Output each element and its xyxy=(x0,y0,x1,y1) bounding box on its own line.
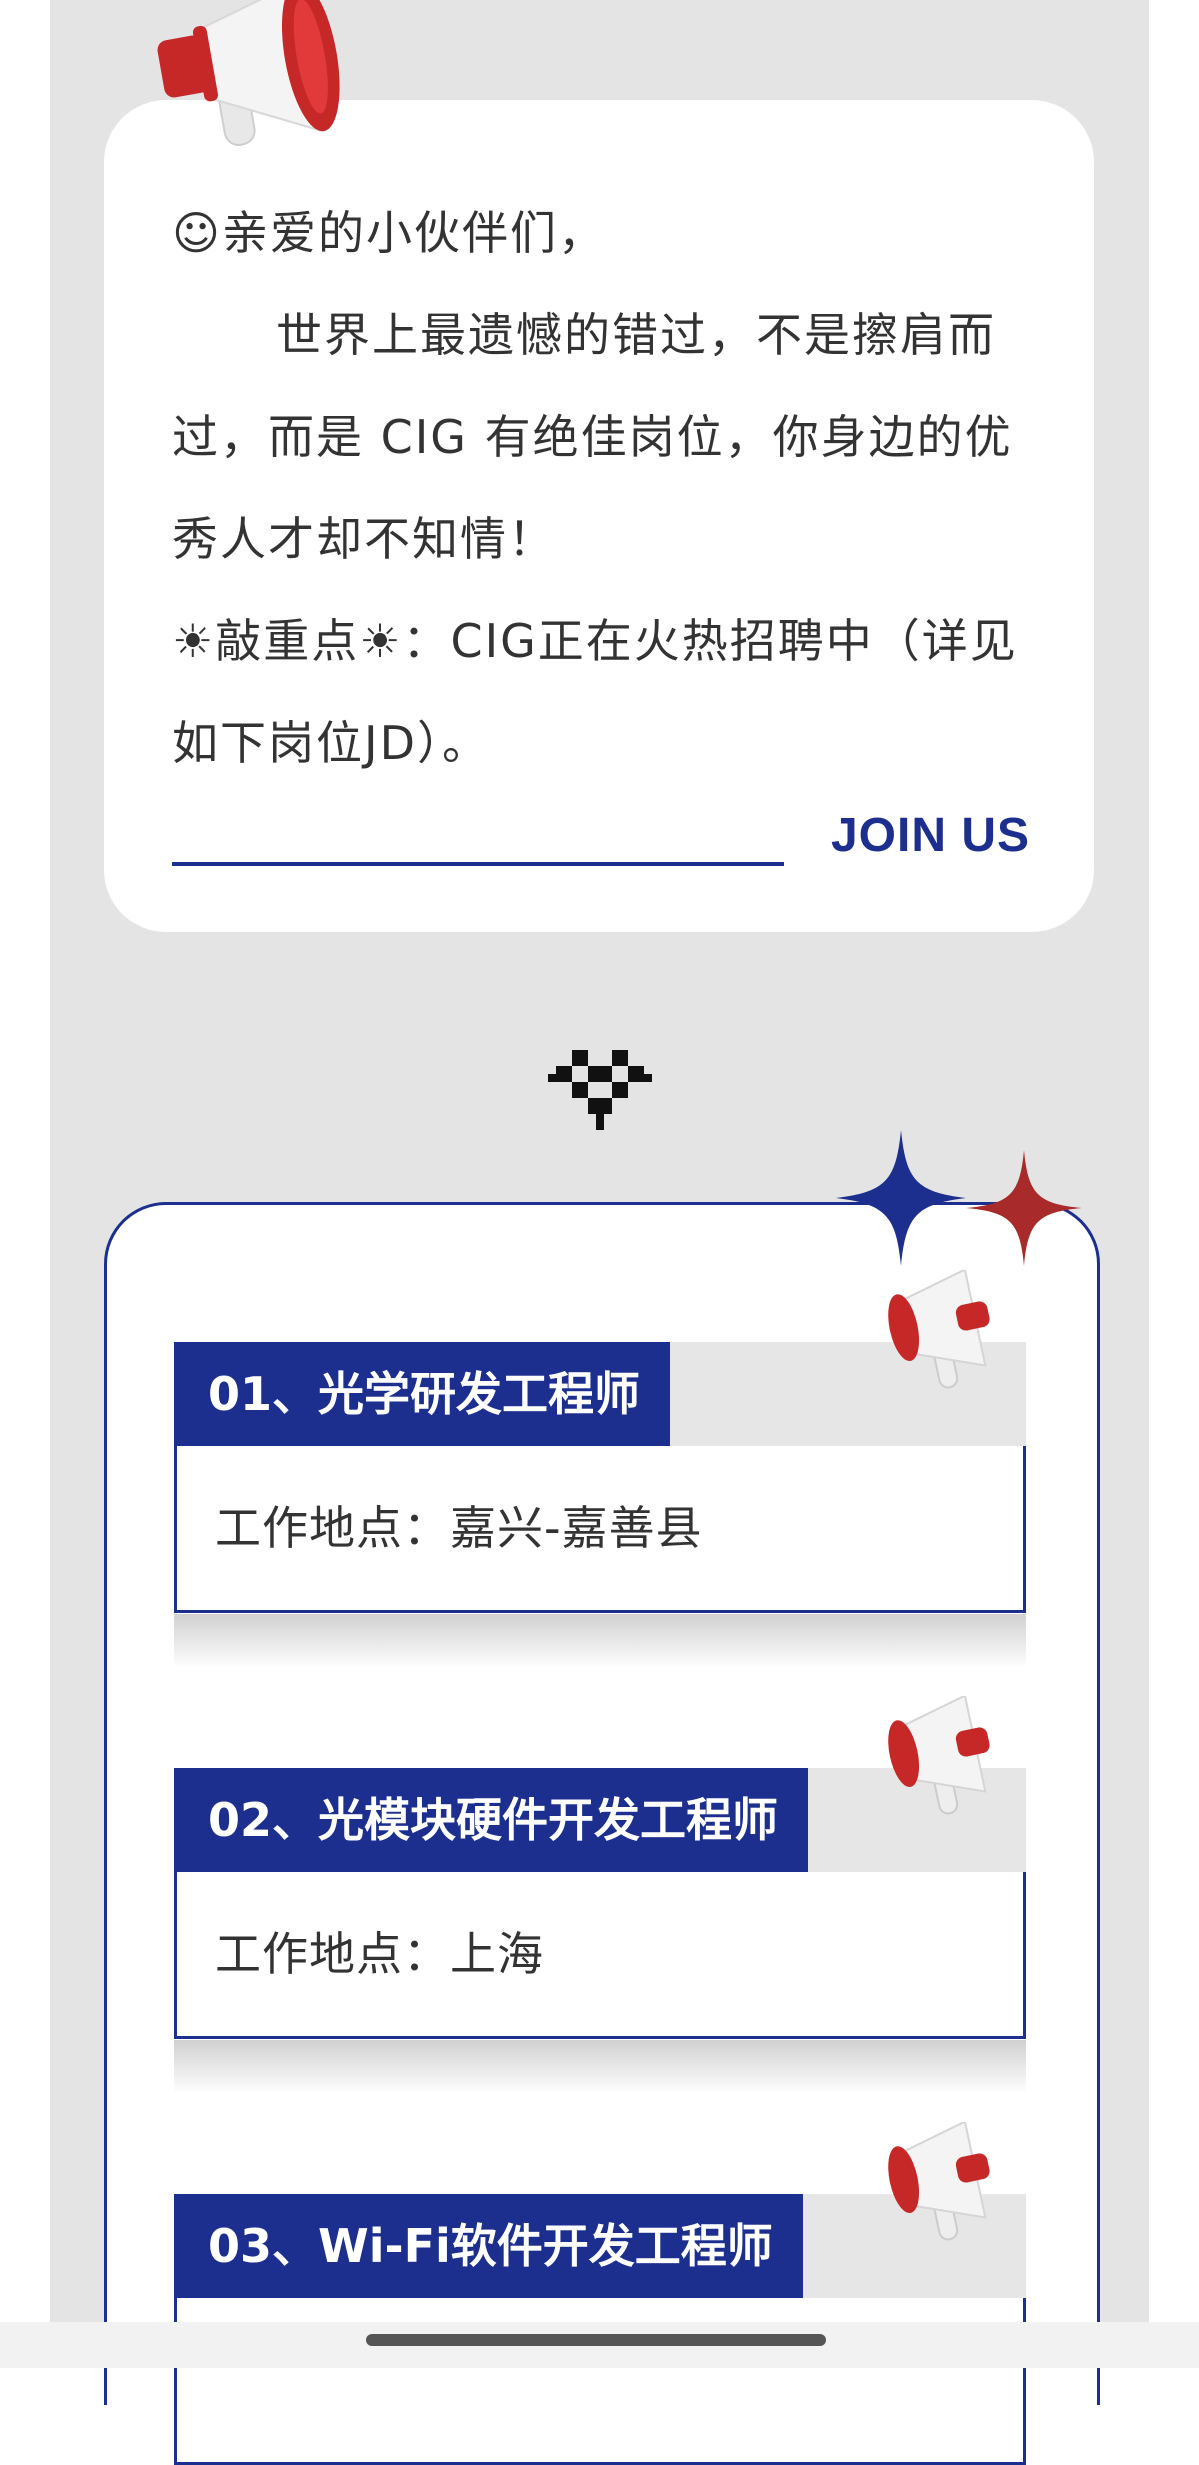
join-divider xyxy=(172,862,784,866)
sparkle-star-icon xyxy=(966,1150,1082,1266)
megaphone-icon xyxy=(888,2122,990,2241)
megaphone-icon xyxy=(888,1696,990,1815)
intro-paragraph: 世界上最遗憾的错过，不是擦肩而过，而是 CIG 有绝佳岗位，你身边的优秀人才却不… xyxy=(172,308,1013,566)
home-indicator[interactable] xyxy=(366,2334,826,2346)
job-shadow xyxy=(174,2040,1026,2094)
job-location: 工作地点：上海 xyxy=(215,1927,544,1981)
job-body: 工作地点：嘉兴-嘉善县 xyxy=(174,1446,1026,1613)
greeting-text: ☺亲爱的小伙伴们， xyxy=(172,206,606,260)
join-us-label: JOIN US xyxy=(830,809,1030,862)
intro-text: ☺亲爱的小伙伴们， 世界上最遗憾的错过，不是擦肩而过，而是 CIG 有绝佳岗位，… xyxy=(172,182,1028,794)
job-title: 01、光学研发工程师 xyxy=(174,1342,671,1446)
job-title: 02、光模块硬件开发工程师 xyxy=(174,1768,809,1872)
megaphone-icon xyxy=(157,0,340,146)
megaphone-icon xyxy=(888,1270,990,1389)
job-body: 工作地点：上海 xyxy=(174,1872,1026,2039)
highlight-text: ☀敲重点☀：CIG正在火热招聘中（详见如下岗位JD）。 xyxy=(172,614,1018,770)
job-title: 03、Wi-Fi软件开发工程师 xyxy=(174,2194,803,2298)
job-shadow xyxy=(174,1614,1026,1668)
pixel-heart-icon xyxy=(548,1050,652,1130)
job-location: 工作地点：嘉兴-嘉善县 xyxy=(215,1501,703,1555)
sparkle-star-icon xyxy=(836,1130,966,1266)
